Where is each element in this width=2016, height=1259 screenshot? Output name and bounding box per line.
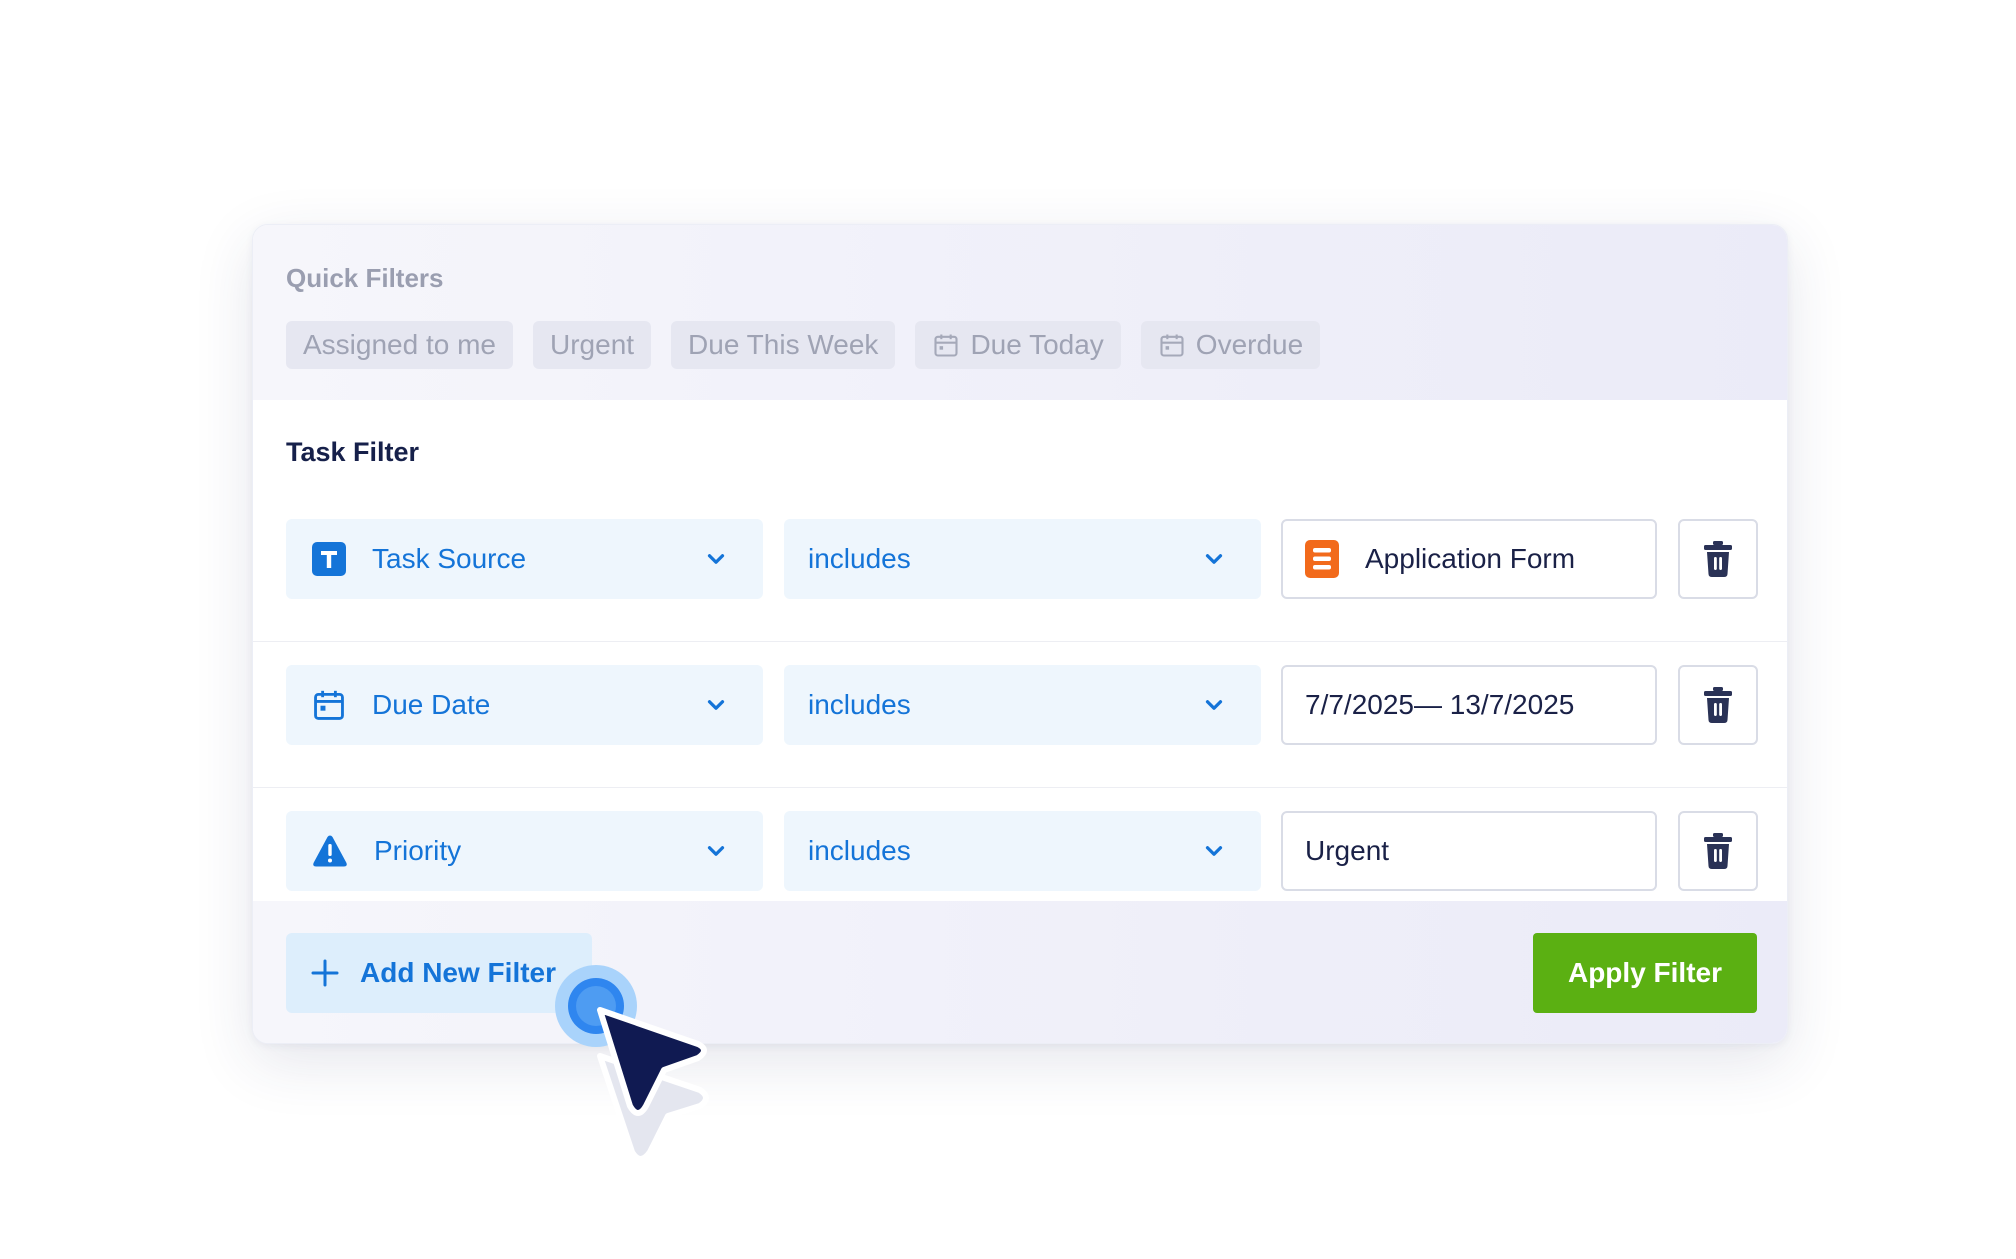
filter-row: Task Source includes Application Form [253, 495, 1787, 642]
calendar-icon [934, 334, 958, 357]
field-label: Task Source [372, 543, 527, 574]
trash-icon [1704, 541, 1732, 577]
form-icon [1305, 540, 1339, 578]
apply-filter-label: Apply Filter [1567, 957, 1722, 988]
chip-due-today[interactable]: Due Today [915, 321, 1121, 369]
chevron-down-icon [1205, 554, 1223, 564]
chevron-down-icon [707, 700, 725, 710]
add-new-filter-button[interactable]: Add New Filter [286, 933, 592, 1013]
filter-footer: Add New Filter Apply Filter [253, 901, 1787, 1043]
operator-label: includes [808, 689, 911, 720]
plus-icon [311, 959, 339, 987]
calendar-icon [314, 690, 344, 720]
operator-label: includes [808, 543, 911, 574]
task-filter-title: Task Filter [286, 437, 420, 467]
chip-label: Overdue [1195, 329, 1304, 360]
operator-select[interactable]: includes [784, 811, 1261, 891]
field-select[interactable]: Task Source [286, 519, 763, 599]
field-label: Due Date [372, 689, 491, 720]
chip-assigned-to-me[interactable]: Assigned to me [286, 321, 513, 369]
cursor-trail-icon [597, 1053, 709, 1162]
operator-label: includes [808, 835, 911, 866]
chevron-down-icon [707, 554, 725, 564]
delete-button[interactable] [1678, 811, 1758, 891]
date-range-field[interactable]: 7/7/2025— 13/7/2025 [1281, 665, 1657, 745]
chevron-down-icon [1205, 846, 1223, 856]
chip-label: Assigned to me [303, 329, 496, 360]
operator-select[interactable]: includes [784, 519, 1261, 599]
chip-urgent[interactable]: Urgent [533, 321, 652, 369]
chip-label: Due Today [970, 329, 1104, 360]
apply-filter-button[interactable]: Apply Filter [1533, 933, 1757, 1013]
value-field[interactable]: Urgent [1281, 811, 1657, 891]
field-select[interactable]: Priority [286, 811, 763, 891]
field-select[interactable]: Due Date [286, 665, 763, 745]
calendar-icon [1160, 334, 1184, 357]
chip-label: Due This Week [688, 329, 879, 360]
chip-due-this-week[interactable]: Due This Week [671, 321, 896, 369]
quick-filters-title: Quick Filters [286, 263, 444, 293]
value-field[interactable]: Application Form [1281, 519, 1657, 599]
quick-filter-chips: Assigned to me Urgent Due This Week Due … [286, 321, 1321, 369]
value-text: Application Form [1365, 543, 1576, 574]
quick-filters-section: Quick Filters Assigned to me Urgent Due … [253, 225, 1787, 400]
delete-button[interactable] [1678, 665, 1758, 745]
field-label: Priority [374, 835, 462, 866]
value-text: 7/7/2025— 13/7/2025 [1305, 689, 1575, 720]
filter-row: Due Date includes 7/7/2025— 13/7/2025 [253, 641, 1787, 788]
chevron-down-icon [707, 846, 725, 856]
text-field-icon [312, 542, 346, 576]
add-new-filter-label: Add New Filter [360, 957, 557, 988]
delete-button[interactable] [1678, 519, 1758, 599]
operator-select[interactable]: includes [784, 665, 1261, 745]
filter-panel: Quick Filters Assigned to me Urgent Due … [252, 224, 1788, 1044]
chip-label: Urgent [550, 329, 635, 360]
value-text: Urgent [1305, 835, 1390, 866]
trash-icon [1704, 687, 1732, 723]
chip-overdue[interactable]: Overdue [1140, 321, 1321, 369]
trash-icon [1704, 833, 1732, 869]
warning-icon [313, 835, 347, 867]
chevron-down-icon [1205, 700, 1223, 710]
